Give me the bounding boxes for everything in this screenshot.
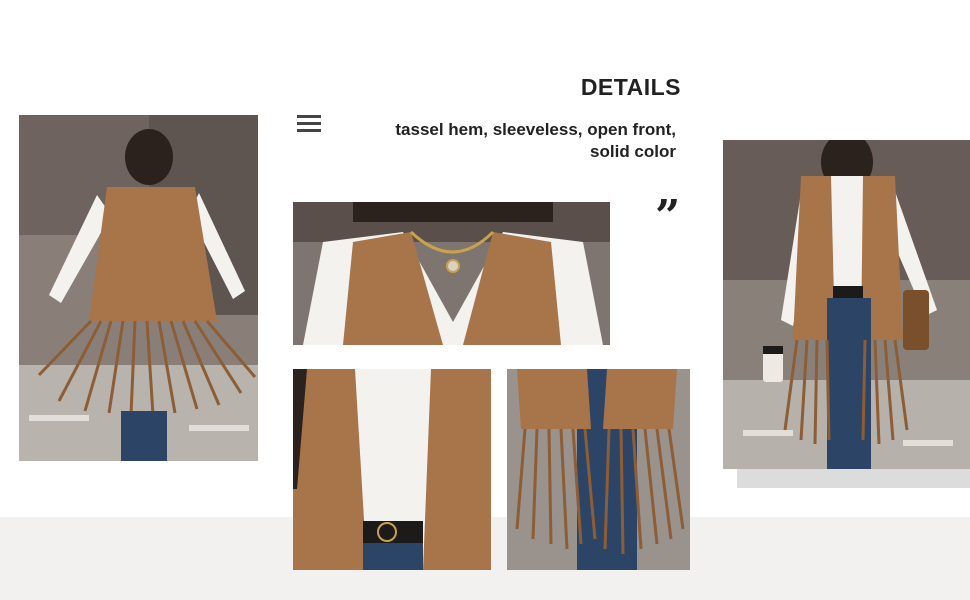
details-description: tassel hem, sleeveless, open front, soli… [395,120,676,161]
photo-neckline-crop [293,202,610,345]
menu-icon[interactable] [297,115,321,133]
photo-model-back-view [19,115,258,461]
photo-model-front-view [723,140,970,469]
details-title: DETAILS [580,74,681,100]
photo-front-crop [293,369,491,570]
quote-icon: ” [655,191,681,242]
photo-fringe-crop [507,369,690,570]
